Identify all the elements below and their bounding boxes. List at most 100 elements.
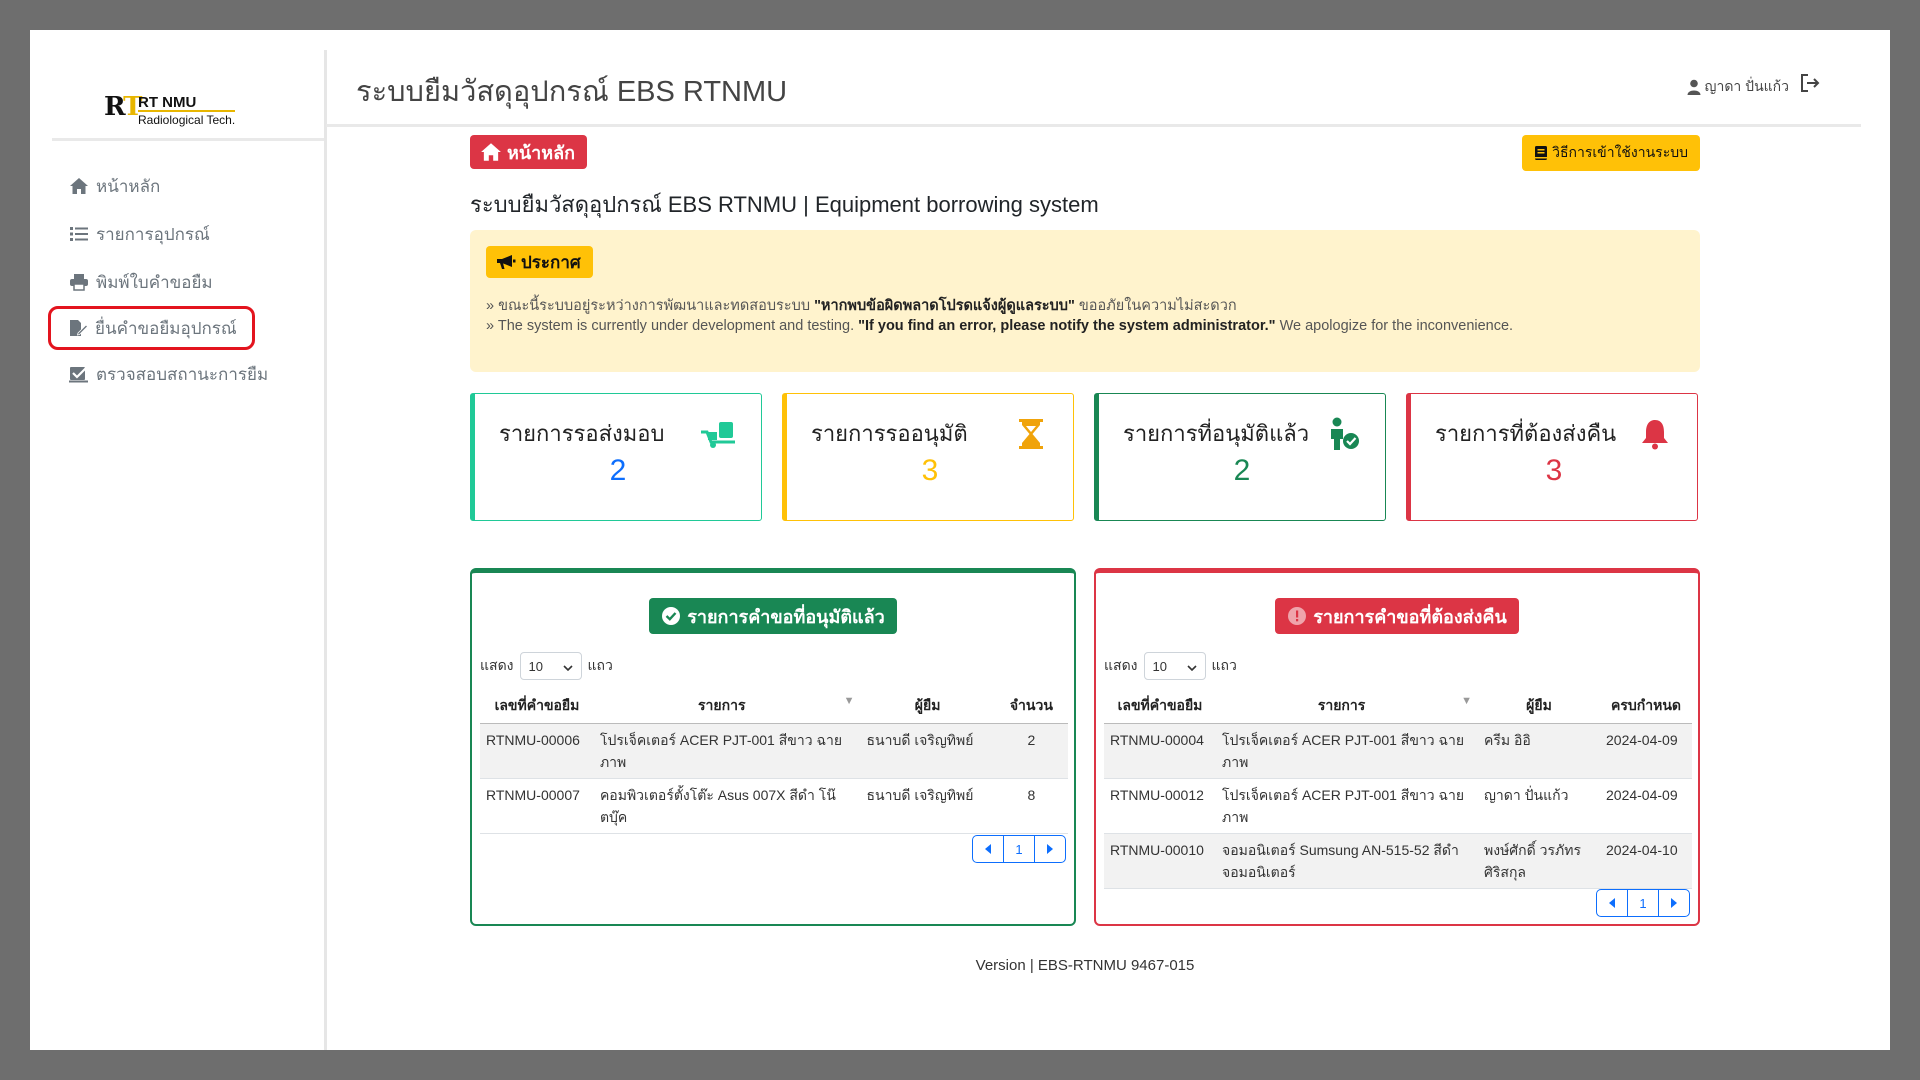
usage-guide-button[interactable]: วิธีการเข้าใช้งานระบบ bbox=[1522, 135, 1700, 171]
column-header[interactable]: ผู้ยืม bbox=[860, 689, 995, 724]
cell-request-id: RTNMU-00010 bbox=[1104, 833, 1216, 889]
column-header[interactable]: ครบกำหนด bbox=[1600, 689, 1692, 724]
announcement-badge: ประกาศ bbox=[486, 246, 593, 278]
sort-icon: ▼ bbox=[843, 695, 855, 707]
table-row[interactable]: RTNMU-00004 โปรเจ็คเตอร์ ACER PJT-001 สี… bbox=[1104, 723, 1692, 779]
logo[interactable]: RT RT NMU Radiological Tech. bbox=[104, 90, 254, 130]
stat-label: รายการที่ต้องส่งคืน bbox=[1435, 421, 1617, 446]
stat-label: รายการรออนุมัติ bbox=[811, 421, 968, 446]
cell-quantity: 2 bbox=[994, 723, 1068, 779]
chevron-down-icon bbox=[562, 659, 573, 674]
sidebar-item-equipment-list[interactable]: รายการอุปกรณ์ bbox=[52, 210, 324, 258]
returns-table: เลขที่คำขอยืม รายการ ▼ ผู้ยืม ครบกำหนด RT… bbox=[1104, 689, 1692, 889]
table-row[interactable]: RTNMU-00012 โปรเจ็คเตอร์ ACER PJT-001 สี… bbox=[1104, 778, 1692, 834]
home-icon bbox=[68, 176, 90, 196]
sidebar: RT RT NMU Radiological Tech. หน้าหลัก รา… bbox=[48, 50, 327, 1050]
hourglass-icon bbox=[1011, 416, 1051, 452]
stat-card-pending-delivery[interactable]: รายการรอส่งมอบ 2 bbox=[470, 393, 762, 521]
version-footer: Version | EBS-RTNMU 9467-015 bbox=[975, 957, 1195, 974]
sidebar-item-label: รายการอุปกรณ์ bbox=[96, 224, 210, 244]
page-number[interactable]: 1 bbox=[1627, 890, 1658, 916]
cell-borrower: ธนาบดี เจริญทิพย์ bbox=[860, 723, 995, 779]
stat-card-pending-approval[interactable]: รายการรออนุมัติ 3 bbox=[782, 393, 1074, 521]
page-size-select[interactable]: 10 bbox=[519, 652, 582, 680]
sidebar-item-submit-request[interactable]: ยื่นคำขอยืมอุปกรณ์ bbox=[48, 306, 255, 350]
cell-item: คอมพิวเตอร์ตั้งโต๊ะ Asus 007X สีดำ โน๊ตบ… bbox=[593, 778, 861, 834]
show-label: แสดง bbox=[480, 657, 514, 673]
stat-card-to-return[interactable]: รายการที่ต้องส่งคืน 3 bbox=[1406, 393, 1698, 521]
next-page-button[interactable] bbox=[1658, 890, 1689, 916]
page-number[interactable]: 1 bbox=[1003, 836, 1034, 862]
pagination: 1 bbox=[1596, 889, 1690, 917]
announcement-thai: » ขณะนี้ระบบอยู่ระหว่างการพัฒนาและทดสอบร… bbox=[486, 294, 1237, 317]
top-header: ระบบยืมวัสดุอุปกรณ์ EBS RTNMU ญาดา ปั่นแ… bbox=[326, 50, 1861, 127]
prev-page-button[interactable] bbox=[1597, 890, 1627, 916]
sidebar-item-label: ยื่นคำขอยืมอุปกรณ์ bbox=[95, 318, 237, 338]
chevron-down-icon bbox=[1186, 659, 1197, 674]
page-size-select[interactable]: 10 bbox=[1143, 652, 1206, 680]
person-check-icon bbox=[1323, 416, 1363, 452]
cell-quantity: 8 bbox=[994, 778, 1068, 834]
return-requests-panel: รายการคำขอที่ต้องส่งคืน แสดง 10 แถว เลขท… bbox=[1094, 568, 1700, 926]
prev-page-button[interactable] bbox=[973, 836, 1003, 862]
column-header-item[interactable]: รายการ ▼ bbox=[1216, 689, 1478, 724]
table-row[interactable]: RTNMU-00007 คอมพิวเตอร์ตั้งโต๊ะ Asus 007… bbox=[480, 778, 1068, 834]
user-menu[interactable]: ญาดา ปั่นแก้ว bbox=[1687, 76, 1789, 98]
announcement-label: ประกาศ bbox=[521, 252, 581, 272]
stat-label: รายการรอส่งมอบ bbox=[499, 421, 665, 446]
list-icon bbox=[68, 224, 90, 244]
rows-label: แถว bbox=[587, 657, 613, 673]
user-icon bbox=[1687, 79, 1701, 95]
next-page-button[interactable] bbox=[1034, 836, 1065, 862]
column-header-item[interactable]: รายการ ▼ bbox=[593, 689, 861, 724]
bell-icon bbox=[1635, 416, 1675, 452]
table-row[interactable]: RTNMU-00010 จอมอนิเตอร์ Sumsung AN-515-5… bbox=[1104, 833, 1692, 889]
sidebar-item-label: พิมพ์ใบคำขอยืม bbox=[96, 272, 213, 292]
check-circle-icon bbox=[661, 606, 681, 626]
logo-title: RT NMU bbox=[138, 94, 197, 111]
stat-value: 3 bbox=[1545, 454, 1563, 487]
cell-item: จอมอนิเตอร์ Sumsung AN-515-52 สีดำ จอมอน… bbox=[1216, 833, 1478, 889]
column-header[interactable]: จำนวน bbox=[994, 689, 1068, 724]
stat-value: 3 bbox=[921, 454, 939, 487]
column-header[interactable]: ผู้ยืม bbox=[1478, 689, 1600, 724]
page-size-value: 10 bbox=[1152, 658, 1167, 674]
announcement-english: » The system is currently under developm… bbox=[486, 318, 1513, 334]
cell-item: โปรเจ็คเตอร์ ACER PJT-001 สีขาว ฉายภาพ bbox=[593, 723, 861, 779]
column-header[interactable]: เลขที่คำขอยืม bbox=[480, 689, 594, 724]
user-name: ญาดา ปั่นแก้ว bbox=[1704, 78, 1789, 94]
page-badge-label: หน้าหลัก bbox=[507, 142, 576, 163]
announcement-english-suffix: We apologize for the inconvenience. bbox=[1275, 318, 1514, 334]
usage-guide-label: วิธีการเข้าใช้งานระบบ bbox=[1552, 144, 1688, 160]
rows-label: แถว bbox=[1211, 657, 1237, 673]
cell-borrower: ธนาบดี เจริญทิพย์ bbox=[860, 778, 995, 834]
panel-title-badge: รายการคำขอที่ต้องส่งคืน bbox=[1275, 598, 1519, 634]
panel-title-badge: รายการคำขอที่อนุมัติแล้ว bbox=[649, 598, 897, 634]
logout-icon[interactable] bbox=[1799, 72, 1825, 98]
cell-item: โปรเจ็คเตอร์ ACER PJT-001 สีขาว ฉายภาพ bbox=[1216, 778, 1478, 834]
stat-card-approved[interactable]: รายการที่อนุมัติแล้ว 2 bbox=[1094, 393, 1386, 521]
app-title: ระบบยืมวัสดุอุปกรณ์ EBS RTNMU bbox=[356, 76, 788, 108]
stat-label: รายการที่อนุมัติแล้ว bbox=[1123, 421, 1310, 446]
sidebar-item-print-form[interactable]: พิมพ์ใบคำขอยืม bbox=[52, 258, 324, 306]
table-row[interactable]: RTNMU-00006 โปรเจ็คเตอร์ ACER PJT-001 สี… bbox=[480, 723, 1068, 779]
page-subtitle: ระบบยืมวัสดุอุปกรณ์ EBS RTNMU | Equipmen… bbox=[470, 192, 1099, 217]
stat-value: 2 bbox=[609, 454, 627, 487]
check-square-icon bbox=[68, 364, 90, 384]
approved-requests-panel: รายการคำขอที่อนุมัติแล้ว แสดง 10 แถว เลข… bbox=[470, 568, 1076, 926]
sidebar-item-home[interactable]: หน้าหลัก bbox=[52, 162, 324, 210]
sort-icon: ▼ bbox=[1461, 695, 1472, 707]
column-header[interactable]: เลขที่คำขอยืม bbox=[1104, 689, 1216, 724]
printer-icon bbox=[68, 272, 90, 292]
panel-title: รายการคำขอที่อนุมัติแล้ว bbox=[687, 606, 885, 627]
show-label: แสดง bbox=[1104, 657, 1138, 673]
dolly-icon bbox=[699, 416, 739, 452]
panel-title: รายการคำขอที่ต้องส่งคืน bbox=[1313, 606, 1507, 627]
logo-mark: RT bbox=[104, 92, 143, 122]
announcement-thai-suffix: ขออภัยในความไม่สะดวก bbox=[1074, 298, 1237, 314]
cell-borrower: ญาดา ปั่นแก้ว bbox=[1478, 778, 1600, 834]
stat-value: 2 bbox=[1233, 454, 1251, 487]
home-icon bbox=[480, 142, 502, 162]
sidebar-item-check-status[interactable]: ตรวจสอบสถานะการยืม bbox=[52, 350, 324, 398]
cell-item: โปรเจ็คเตอร์ ACER PJT-001 สีขาว ฉายภาพ bbox=[1216, 723, 1478, 779]
